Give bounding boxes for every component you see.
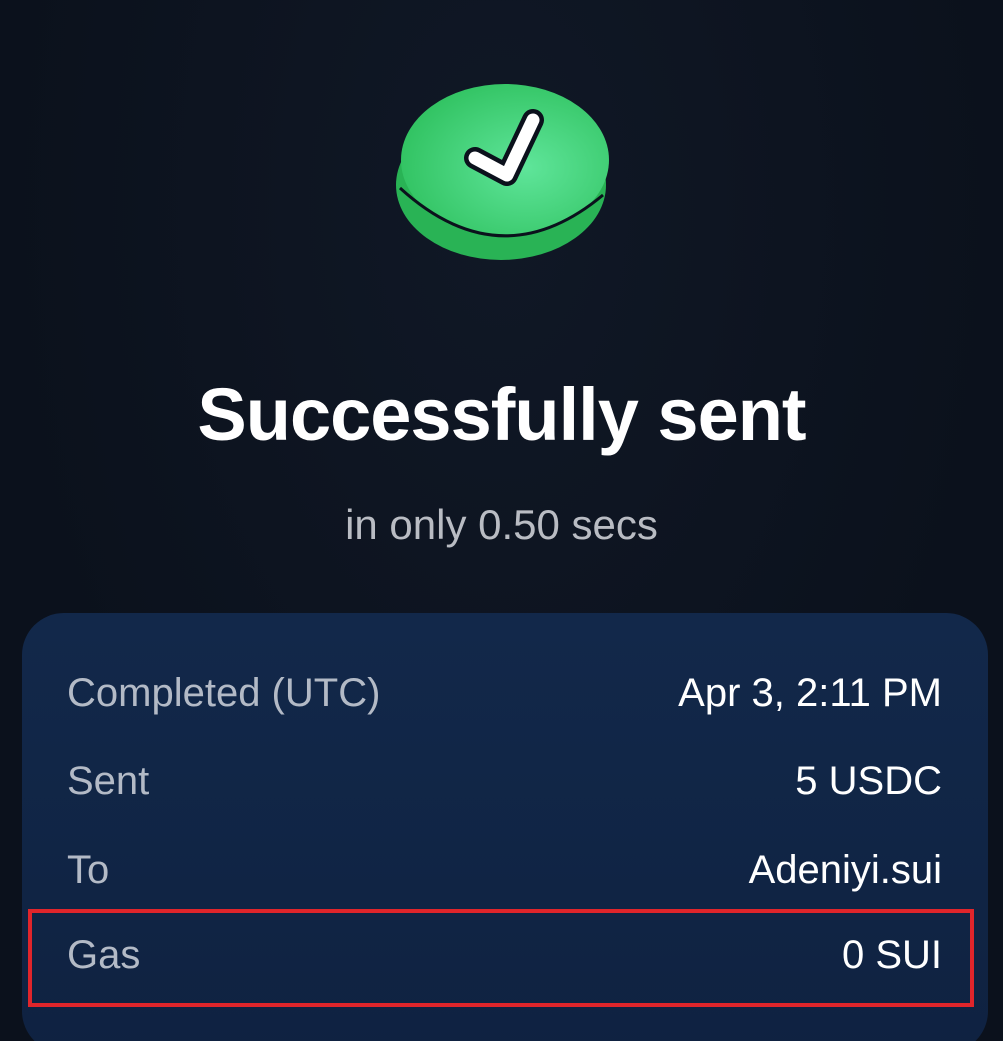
detail-row-to: To Adeniyi.sui [67,840,942,900]
detail-value: Adeniyi.sui [748,847,942,892]
detail-label: To [67,847,110,892]
duration-subtitle: in only 0.50 secs [345,501,658,548]
detail-label: Completed (UTC) [67,670,381,715]
detail-label: Sent [67,758,150,803]
detail-value: Apr 3, 2:11 PM [678,670,942,715]
transaction-success-screen: Successfully sent in only 0.50 secs Comp… [0,0,1003,1041]
gas-row-highlight [28,909,974,1007]
detail-value: 5 USDC [795,758,942,803]
detail-row-sent: Sent 5 USDC [67,751,942,811]
detail-row-completed: Completed (UTC) Apr 3, 2:11 PM [67,663,942,723]
success-title: Successfully sent [197,373,806,456]
check-circle-icon [395,80,615,265]
